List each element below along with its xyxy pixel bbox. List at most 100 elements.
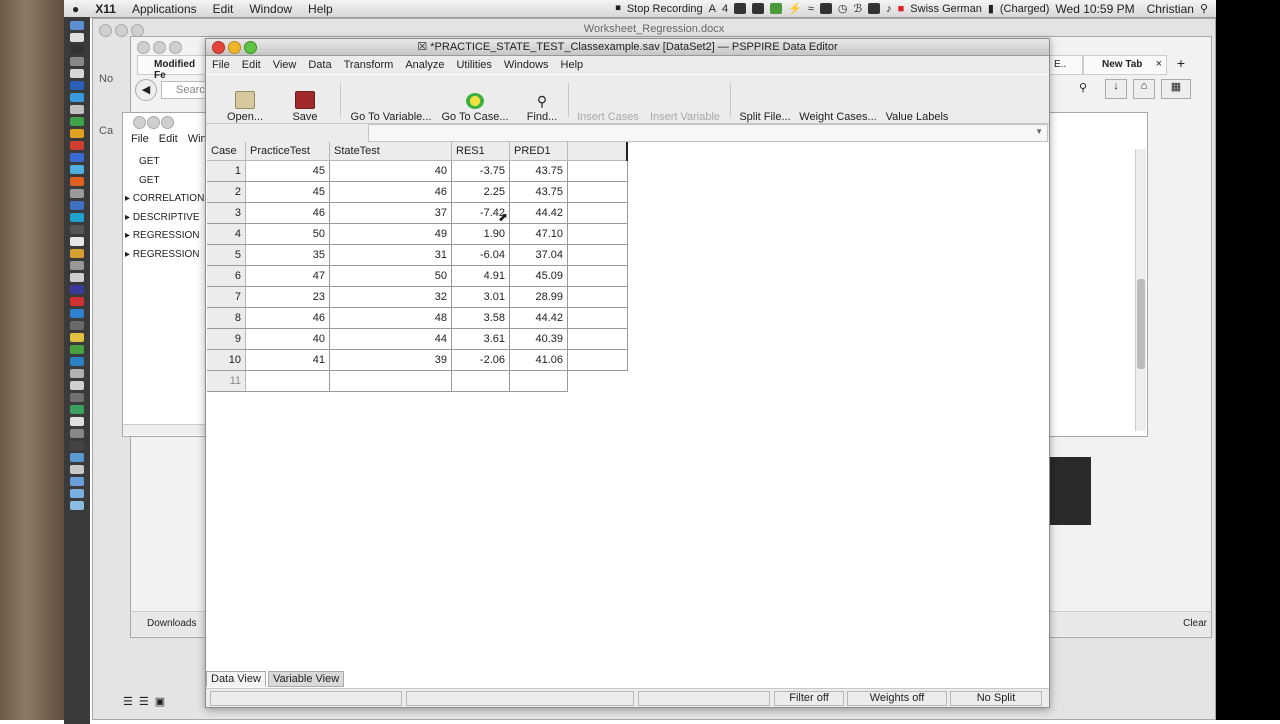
menu-edit[interactable]: Edit	[236, 59, 267, 71]
data-cell[interactable]: -3.75	[451, 160, 510, 182]
data-cell[interactable]: 28.99	[509, 286, 568, 308]
data-cell[interactable]: 1.90	[451, 223, 510, 245]
row-header[interactable]: 1	[207, 160, 246, 182]
data-cell[interactable]: 44.42	[509, 202, 568, 224]
empty-cell[interactable]	[567, 202, 628, 224]
viewer-horizontal-scrollbar[interactable]	[123, 424, 205, 435]
menubar-item-x11[interactable]: X11	[87, 2, 124, 16]
column-header-pred1[interactable]: PRED1	[509, 142, 568, 161]
dock-app-icon[interactable]	[70, 165, 84, 174]
browser-minimize-button[interactable]	[153, 41, 166, 54]
menubar-item-window[interactable]: Window	[241, 2, 300, 16]
menu-help[interactable]: Help	[555, 59, 590, 71]
viewer-menu-file[interactable]: File	[131, 133, 149, 145]
viewer-minimize-button[interactable]	[147, 116, 160, 129]
row-header[interactable]: 2	[207, 181, 246, 203]
data-cell[interactable]: 49	[329, 223, 452, 245]
menubar-clock[interactable]: Wed 10:59 PM	[1055, 2, 1134, 16]
dock-app-icon[interactable]	[70, 321, 84, 330]
dock-app-icon[interactable]	[70, 417, 84, 426]
bolt-icon[interactable]: ⚡	[788, 2, 802, 15]
layout-view-icon[interactable]: ▣	[155, 695, 165, 708]
outline-item[interactable]: ▸ CORRELATION	[125, 190, 204, 209]
dock-app-icon[interactable]	[70, 57, 84, 66]
viewer-menu-window[interactable]: Win	[188, 133, 207, 145]
insert-variable-button[interactable]: Insert Variable	[646, 75, 724, 128]
viewer-menu-edit[interactable]: Edit	[159, 133, 178, 145]
dock-app-icon[interactable]	[70, 453, 84, 462]
spotlight-icon[interactable]: ⚲	[1200, 2, 1208, 15]
data-cell[interactable]: 47	[245, 265, 330, 287]
empty-cell[interactable]	[329, 370, 452, 392]
outline-item[interactable]: ▸ DESCRIPTIVE	[125, 209, 204, 228]
row-header[interactable]: 10	[207, 349, 246, 371]
open-button[interactable]: Open...	[224, 75, 266, 128]
data-cell[interactable]: 50	[245, 223, 330, 245]
downloads-label[interactable]: Downloads	[147, 618, 196, 629]
row-header[interactable]: 3	[207, 202, 246, 224]
empty-cell[interactable]	[567, 181, 628, 203]
data-cell[interactable]: -2.06	[451, 349, 510, 371]
dock-app-icon[interactable]	[70, 45, 84, 54]
dock-app-icon[interactable]	[70, 489, 84, 498]
menubar-item-edit[interactable]: Edit	[205, 2, 242, 16]
browser-tab-right[interactable]: E..	[1049, 55, 1083, 75]
data-cell[interactable]: 45	[245, 181, 330, 203]
outline-item[interactable]: ▸ REGRESSION	[125, 227, 204, 246]
empty-cell[interactable]	[567, 307, 628, 329]
close-button[interactable]	[212, 41, 225, 54]
dock-app-icon[interactable]	[70, 357, 84, 366]
outline-item[interactable]: ▸ REGRESSION	[125, 246, 204, 265]
evernote-icon[interactable]	[770, 3, 783, 14]
dock-app-icon[interactable]	[70, 141, 84, 150]
home-icon[interactable]: ⌂	[1133, 79, 1155, 99]
goto-case-button[interactable]: Go To Case...	[440, 75, 510, 128]
data-cell[interactable]: 46	[245, 202, 330, 224]
keyboard-layout[interactable]: Swiss German	[910, 3, 982, 15]
download-arrow-icon[interactable]: ↓	[1105, 79, 1127, 99]
browser-tab-left[interactable]: Modified Fe	[137, 55, 209, 81]
column-header-statetest[interactable]: StateTest	[329, 142, 452, 161]
row-header[interactable]: 4	[207, 223, 246, 245]
dock-app-icon[interactable]	[70, 477, 84, 486]
goto-variable-button[interactable]: Go To Variable...	[348, 75, 434, 128]
data-cell[interactable]: 48	[329, 307, 452, 329]
column-header-empty[interactable]	[567, 142, 628, 161]
menubar-item-applications[interactable]: Applications	[124, 2, 205, 16]
dock-app-icon[interactable]	[70, 81, 84, 90]
dock-app-icon[interactable]	[70, 285, 84, 294]
dock-app-icon[interactable]	[70, 129, 84, 138]
data-cell[interactable]: 4.91	[451, 265, 510, 287]
menu-transform[interactable]: Transform	[338, 59, 400, 71]
new-tab-plus-icon[interactable]: +	[1171, 55, 1191, 73]
expander-triangle-icon[interactable]: ▸	[125, 230, 130, 241]
empty-cell[interactable]	[567, 244, 628, 266]
empty-cell[interactable]	[509, 370, 568, 392]
data-cell[interactable]: 45.09	[509, 265, 568, 287]
data-cell[interactable]: 50	[329, 265, 452, 287]
data-cell[interactable]: 41	[245, 349, 330, 371]
data-cell[interactable]: 46	[245, 307, 330, 329]
dock-app-icon[interactable]	[70, 237, 84, 246]
empty-cell[interactable]	[245, 370, 330, 392]
weight-cases-button[interactable]: Weight Cases...	[797, 75, 879, 128]
browser-url-search-icon[interactable]: ⚲	[1079, 81, 1087, 94]
empty-cell[interactable]	[567, 265, 628, 287]
zoom-button[interactable]	[244, 41, 257, 54]
browser-tab-new[interactable]: New Tab ×	[1083, 55, 1167, 75]
data-cell[interactable]: 37.04	[509, 244, 568, 266]
a4-count[interactable]: 4	[722, 3, 728, 15]
dock-app-icon[interactable]	[70, 117, 84, 126]
row-header[interactable]: 8	[207, 307, 246, 329]
close-tab-icon[interactable]: ×	[1156, 58, 1162, 70]
insert-cases-button[interactable]: Insert Cases	[575, 75, 641, 128]
data-cell[interactable]: 31	[329, 244, 452, 266]
flag-icon[interactable]: ■	[898, 3, 905, 15]
row-header[interactable]: 5	[207, 244, 246, 266]
dock-app-icon[interactable]	[70, 501, 84, 510]
bluetooth-icon[interactable]: ℬ	[853, 2, 862, 15]
outline-item[interactable]: GET	[125, 172, 204, 191]
data-cell[interactable]: 3.01	[451, 286, 510, 308]
dock-app-icon[interactable]	[70, 369, 84, 378]
data-cell[interactable]: 37	[329, 202, 452, 224]
